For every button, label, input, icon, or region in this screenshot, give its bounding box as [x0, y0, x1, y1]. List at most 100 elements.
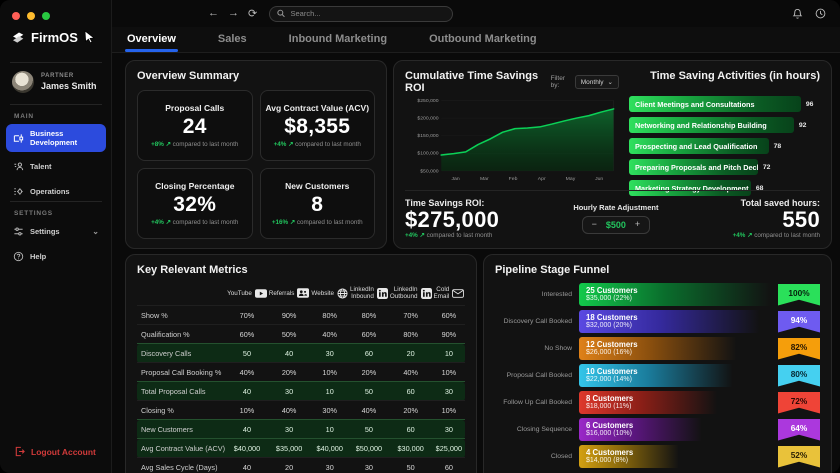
funnel-stage-row: Discovery Call Booked 18 Customers $32,0…: [495, 310, 820, 333]
sidebar-item-label: Help: [30, 252, 46, 261]
settings-section-label: SETTINGS: [14, 210, 53, 217]
table-cell: 40%: [268, 401, 311, 420]
forward-button[interactable]: →: [228, 7, 239, 20]
row-label: Avg Sales Cycle (Days): [137, 458, 226, 473]
column-header-linkedin-outbound: LinkedIn Outbound: [389, 282, 433, 306]
table-cell: 60%: [226, 325, 268, 344]
funnel-customers: 10 Customers: [586, 368, 771, 376]
table-cell: 10%: [310, 363, 349, 382]
key-metrics-title: Key Relevant Metrics: [137, 264, 465, 276]
summary-card-delta: +8% ↗ compared to last month: [151, 141, 238, 148]
svg-text:Jun: Jun: [595, 176, 604, 181]
row-label: Avg Contract Value (ACV): [137, 439, 226, 458]
sidebar-item-settings[interactable]: Settings ⌄: [6, 221, 106, 242]
zoom-window-button[interactable]: [42, 12, 50, 20]
table-cell: $40,000: [226, 439, 268, 458]
summary-card-new-customers: New Customers 8 +16% ↗ compared to last …: [260, 168, 376, 239]
rate-decrease-button[interactable]: −: [592, 220, 597, 229]
search-input[interactable]: [291, 9, 446, 18]
metrics-table: YouTubeReferralsWebsiteLinkedIn InboundL…: [137, 282, 465, 473]
sidebar-item-business-development[interactable]: Business Development: [6, 124, 106, 152]
brand: FirmOS: [10, 29, 78, 45]
globe-icon: [337, 288, 348, 299]
help-icon: [13, 251, 24, 262]
activity-row: Networking and Relationship Building 92: [629, 117, 820, 133]
column-header-referrals: Referrals: [268, 282, 311, 306]
table-row: Discovery Calls504030602010: [137, 344, 465, 363]
svg-text:$250,000: $250,000: [417, 98, 439, 103]
table-cell: 80%: [349, 306, 389, 325]
filter-by-label: Filter by:: [551, 75, 571, 89]
rate-value: $500: [606, 220, 626, 230]
sidebar-item-help[interactable]: Help: [6, 246, 106, 267]
funnel-customers: 6 Customers: [586, 422, 771, 430]
table-cell: 30: [268, 382, 311, 401]
trend-up-icon: ↗: [166, 141, 171, 148]
svg-text:$200,000: $200,000: [417, 116, 439, 121]
tab-inbound-marketing[interactable]: Inbound Marketing: [287, 27, 389, 52]
logout-button[interactable]: Logout Account: [14, 446, 96, 457]
activity-bar: Prospecting and Lead Qualification: [629, 138, 769, 154]
table-cell: 10: [310, 382, 349, 401]
chevron-down-icon: ⌄: [92, 227, 99, 236]
sidebar-item-operations[interactable]: Operations: [6, 181, 106, 202]
funnel-stage-label: Interested: [495, 291, 579, 298]
funnel-stage-label: Closed: [495, 453, 579, 460]
table-cell: 80%: [389, 325, 433, 344]
funnel-stage-label: Follow Up Call Booked: [495, 399, 579, 406]
table-row: Show %70%90%80%80%70%60%: [137, 306, 465, 325]
svg-text:$50,000: $50,000: [420, 169, 439, 174]
sidebar-item-talent[interactable]: Talent: [6, 156, 106, 177]
search-bar[interactable]: [269, 6, 453, 22]
sidebar-item-label: Talent: [30, 162, 52, 171]
tab-overview[interactable]: Overview: [125, 27, 178, 52]
table-cell: $30,000: [389, 439, 433, 458]
svg-text:Jan: Jan: [452, 176, 461, 181]
column-header-cold-email: Cold Email: [433, 282, 466, 306]
table-cell: $35,000: [268, 439, 311, 458]
activity-row: Client Meetings and Consultations 96: [629, 96, 820, 112]
summary-card-delta: +16% ↗ compared to last month: [272, 219, 363, 226]
logout-label: Logout Account: [31, 447, 96, 457]
activity-label: Networking and Relationship Building: [635, 121, 767, 130]
notifications-bell-icon[interactable]: [792, 8, 803, 20]
minimize-window-button[interactable]: [27, 12, 35, 20]
refresh-button[interactable]: ⟳: [248, 7, 257, 20]
back-button[interactable]: ←: [208, 7, 219, 20]
funnel-bar: 10 Customers $22,000 (14%): [579, 364, 771, 387]
table-cell: 60: [389, 382, 433, 401]
saved-hours-delta: +4% ↗ compared to last month: [733, 232, 820, 239]
table-cell: 30: [310, 458, 349, 473]
table-row: Avg Contract Value (ACV)$40,000$35,000$4…: [137, 439, 465, 458]
talent-icon: [13, 161, 24, 172]
filter-select[interactable]: Monthly ⌄: [575, 75, 619, 89]
table-cell: 40: [226, 420, 268, 439]
column-header-linkedin-inbound: LinkedIn Inbound: [349, 282, 389, 306]
funnel-customers: 12 Customers: [586, 341, 771, 349]
tab-sales[interactable]: Sales: [216, 27, 249, 52]
hourly-rate-label: Hourly Rate Adjustment: [573, 203, 658, 212]
row-label: Closing %: [137, 401, 226, 420]
close-window-button[interactable]: [12, 12, 20, 20]
clock-icon[interactable]: [815, 8, 826, 19]
funnel-stage-label: Proposal Call Booked: [495, 372, 579, 379]
tab-outbound-marketing[interactable]: Outbound Marketing: [427, 27, 539, 52]
rate-increase-button[interactable]: +: [635, 220, 640, 229]
overview-summary-card: Overview Summary Proposal Calls 24 +8% ↗…: [125, 60, 387, 249]
table-cell: 60: [349, 344, 389, 363]
table-cell: 10%: [433, 363, 466, 382]
funnel-amount: $22,000 (14%): [586, 376, 771, 383]
funnel-stage-label: Discovery Call Booked: [495, 318, 579, 325]
table-cell: 40%: [389, 363, 433, 382]
summary-card-label: New Customers: [285, 181, 349, 191]
table-cell: $40,000: [310, 439, 349, 458]
tab-bar: Overview Sales Inbound Marketing Outbound M…: [112, 27, 840, 53]
table-cell: 50: [349, 382, 389, 401]
table-cell: 20: [389, 344, 433, 363]
table-cell: 30: [349, 458, 389, 473]
firmos-logo-icon: [10, 29, 26, 45]
funnel-stage-label: No Show: [495, 345, 579, 352]
table-row: Qualification %60%50%40%60%80%90%: [137, 325, 465, 344]
funnel-customers: 18 Customers: [586, 314, 771, 322]
funnel-amount: $14,000 (8%): [586, 457, 771, 464]
